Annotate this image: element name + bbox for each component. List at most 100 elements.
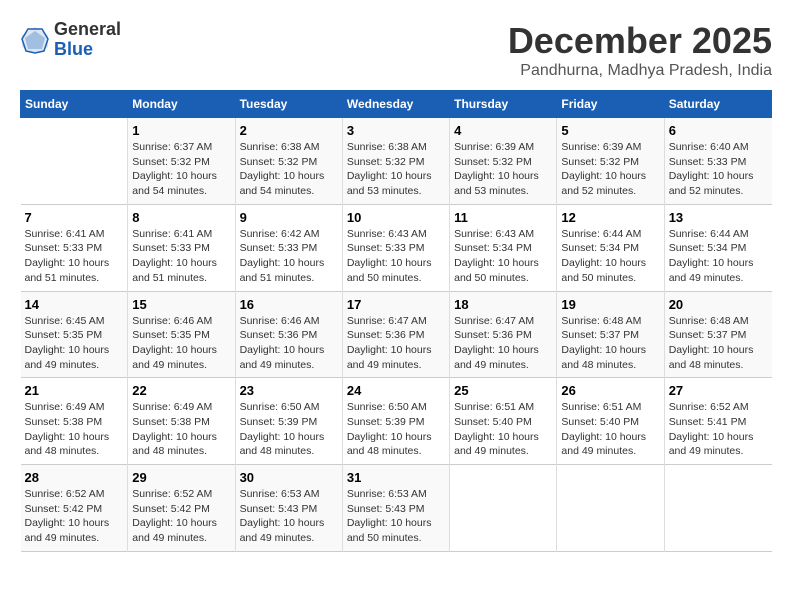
day-info: Sunrise: 6:43 AMSunset: 5:33 PMDaylight:… — [347, 227, 445, 286]
calendar-cell: 21 Sunrise: 6:49 AMSunset: 5:38 PMDayligh… — [21, 378, 128, 465]
day-number: 26 — [561, 383, 659, 398]
day-info: Sunrise: 6:49 AMSunset: 5:38 PMDaylight:… — [132, 400, 230, 459]
day-number: 27 — [669, 383, 768, 398]
day-number: 6 — [669, 123, 768, 138]
logo-blue: Blue — [54, 39, 93, 59]
logo-general: General — [54, 19, 121, 39]
day-info: Sunrise: 6:41 AMSunset: 5:33 PMDaylight:… — [132, 227, 230, 286]
day-info: Sunrise: 6:43 AMSunset: 5:34 PMDaylight:… — [454, 227, 552, 286]
calendar-week-row: 14 Sunrise: 6:45 AMSunset: 5:35 PMDayligh… — [21, 291, 772, 378]
calendar-cell: 6 Sunrise: 6:40 AMSunset: 5:33 PMDaylight… — [664, 118, 771, 205]
day-number: 7 — [25, 210, 124, 225]
day-number: 23 — [240, 383, 338, 398]
calendar-cell: 24 Sunrise: 6:50 AMSunset: 5:39 PMDayligh… — [342, 378, 449, 465]
day-number: 13 — [669, 210, 768, 225]
day-number: 25 — [454, 383, 552, 398]
day-info: Sunrise: 6:49 AMSunset: 5:38 PMDaylight:… — [25, 400, 124, 459]
day-number: 2 — [240, 123, 338, 138]
day-info: Sunrise: 6:48 AMSunset: 5:37 PMDaylight:… — [561, 314, 659, 373]
day-number: 8 — [132, 210, 230, 225]
day-number: 21 — [25, 383, 124, 398]
calendar-cell: 9 Sunrise: 6:42 AMSunset: 5:33 PMDaylight… — [235, 204, 342, 291]
day-number: 5 — [561, 123, 659, 138]
day-header-thursday: Thursday — [450, 91, 557, 118]
calendar-cell: 4 Sunrise: 6:39 AMSunset: 5:32 PMDaylight… — [450, 118, 557, 205]
day-number: 3 — [347, 123, 445, 138]
day-header-tuesday: Tuesday — [235, 91, 342, 118]
calendar-cell: 14 Sunrise: 6:45 AMSunset: 5:35 PMDayligh… — [21, 291, 128, 378]
day-number: 31 — [347, 470, 445, 485]
day-number: 4 — [454, 123, 552, 138]
calendar-cell: 3 Sunrise: 6:38 AMSunset: 5:32 PMDaylight… — [342, 118, 449, 205]
day-number: 24 — [347, 383, 445, 398]
day-info: Sunrise: 6:40 AMSunset: 5:33 PMDaylight:… — [669, 140, 768, 199]
day-number: 22 — [132, 383, 230, 398]
location-subtitle: Pandhurna, Madhya Pradesh, India — [508, 62, 772, 80]
day-number: 19 — [561, 297, 659, 312]
calendar-table: SundayMondayTuesdayWednesdayThursdayFrid… — [20, 90, 772, 552]
calendar-cell: 17Sunrise: 6:47 AMSunset: 5:36 PMDayligh… — [342, 291, 449, 378]
day-info: Sunrise: 6:39 AMSunset: 5:32 PMDaylight:… — [454, 140, 552, 199]
day-header-friday: Friday — [557, 91, 664, 118]
day-info: Sunrise: 6:51 AMSunset: 5:40 PMDaylight:… — [561, 400, 659, 459]
calendar-cell: 30Sunrise: 6:53 AMSunset: 5:43 PMDayligh… — [235, 465, 342, 552]
day-number: 17 — [347, 297, 445, 312]
calendar-cell: 25 Sunrise: 6:51 AMSunset: 5:40 PMDayligh… — [450, 378, 557, 465]
calendar-cell: 1 Sunrise: 6:37 AMSunset: 5:32 PMDaylight… — [128, 118, 235, 205]
calendar-cell: 20 Sunrise: 6:48 AMSunset: 5:37 PMDayligh… — [664, 291, 771, 378]
calendar-cell: 27Sunrise: 6:52 AMSunset: 5:41 PMDayligh… — [664, 378, 771, 465]
calendar-cell: 29Sunrise: 6:52 AMSunset: 5:42 PMDayligh… — [128, 465, 235, 552]
day-number: 12 — [561, 210, 659, 225]
calendar-week-row: 7 Sunrise: 6:41 AMSunset: 5:33 PMDaylight… — [21, 204, 772, 291]
day-number: 18 — [454, 297, 552, 312]
calendar-cell — [21, 118, 128, 205]
calendar-cell: 26 Sunrise: 6:51 AMSunset: 5:40 PMDayligh… — [557, 378, 664, 465]
calendar-cell: 15 Sunrise: 6:46 AMSunset: 5:35 PMDayligh… — [128, 291, 235, 378]
calendar-week-row: 1 Sunrise: 6:37 AMSunset: 5:32 PMDaylight… — [21, 118, 772, 205]
logo-text: General Blue — [54, 20, 121, 60]
calendar-cell: 31 Sunrise: 6:53 AMSunset: 5:43 PMDayligh… — [342, 465, 449, 552]
day-header-sunday: Sunday — [21, 91, 128, 118]
title-block: December 2025 Pandhurna, Madhya Pradesh,… — [508, 20, 772, 80]
calendar-cell: 12Sunrise: 6:44 AMSunset: 5:34 PMDayligh… — [557, 204, 664, 291]
calendar-cell: 5 Sunrise: 6:39 AMSunset: 5:32 PMDaylight… — [557, 118, 664, 205]
day-info: Sunrise: 6:44 AMSunset: 5:34 PMDaylight:… — [669, 227, 768, 286]
page-header: General Blue December 2025 Pandhurna, Ma… — [20, 20, 772, 80]
day-number: 20 — [669, 297, 768, 312]
day-info: Sunrise: 6:50 AMSunset: 5:39 PMDaylight:… — [347, 400, 445, 459]
calendar-cell: 22 Sunrise: 6:49 AMSunset: 5:38 PMDayligh… — [128, 378, 235, 465]
calendar-cell: 19 Sunrise: 6:48 AMSunset: 5:37 PMDayligh… — [557, 291, 664, 378]
day-info: Sunrise: 6:53 AMSunset: 5:43 PMDaylight:… — [347, 487, 445, 546]
calendar-week-row: 28 Sunrise: 6:52 AMSunset: 5:42 PMDayligh… — [21, 465, 772, 552]
day-info: Sunrise: 6:42 AMSunset: 5:33 PMDaylight:… — [240, 227, 338, 286]
day-info: Sunrise: 6:52 AMSunset: 5:42 PMDaylight:… — [25, 487, 124, 546]
calendar-cell: 28 Sunrise: 6:52 AMSunset: 5:42 PMDayligh… — [21, 465, 128, 552]
day-header-monday: Monday — [128, 91, 235, 118]
day-number: 15 — [132, 297, 230, 312]
calendar-week-row: 21 Sunrise: 6:49 AMSunset: 5:38 PMDayligh… — [21, 378, 772, 465]
day-info: Sunrise: 6:51 AMSunset: 5:40 PMDaylight:… — [454, 400, 552, 459]
day-info: Sunrise: 6:53 AMSunset: 5:43 PMDaylight:… — [240, 487, 338, 546]
day-info: Sunrise: 6:41 AMSunset: 5:33 PMDaylight:… — [25, 227, 124, 286]
day-number: 11 — [454, 210, 552, 225]
day-number: 1 — [132, 123, 230, 138]
calendar-cell — [450, 465, 557, 552]
day-info: Sunrise: 6:46 AMSunset: 5:35 PMDaylight:… — [132, 314, 230, 373]
day-info: Sunrise: 6:38 AMSunset: 5:32 PMDaylight:… — [240, 140, 338, 199]
day-info: Sunrise: 6:39 AMSunset: 5:32 PMDaylight:… — [561, 140, 659, 199]
calendar-cell: 8 Sunrise: 6:41 AMSunset: 5:33 PMDaylight… — [128, 204, 235, 291]
day-header-wednesday: Wednesday — [342, 91, 449, 118]
day-info: Sunrise: 6:48 AMSunset: 5:37 PMDaylight:… — [669, 314, 768, 373]
logo-icon — [20, 25, 50, 55]
day-info: Sunrise: 6:37 AMSunset: 5:32 PMDaylight:… — [132, 140, 230, 199]
calendar-cell: 2 Sunrise: 6:38 AMSunset: 5:32 PMDaylight… — [235, 118, 342, 205]
day-number: 28 — [25, 470, 124, 485]
calendar-cell: 7 Sunrise: 6:41 AMSunset: 5:33 PMDaylight… — [21, 204, 128, 291]
day-header-saturday: Saturday — [664, 91, 771, 118]
day-info: Sunrise: 6:47 AMSunset: 5:36 PMDaylight:… — [454, 314, 552, 373]
day-number: 14 — [25, 297, 124, 312]
day-info: Sunrise: 6:38 AMSunset: 5:32 PMDaylight:… — [347, 140, 445, 199]
month-title: December 2025 — [508, 20, 772, 62]
day-info: Sunrise: 6:45 AMSunset: 5:35 PMDaylight:… — [25, 314, 124, 373]
day-number: 9 — [240, 210, 338, 225]
